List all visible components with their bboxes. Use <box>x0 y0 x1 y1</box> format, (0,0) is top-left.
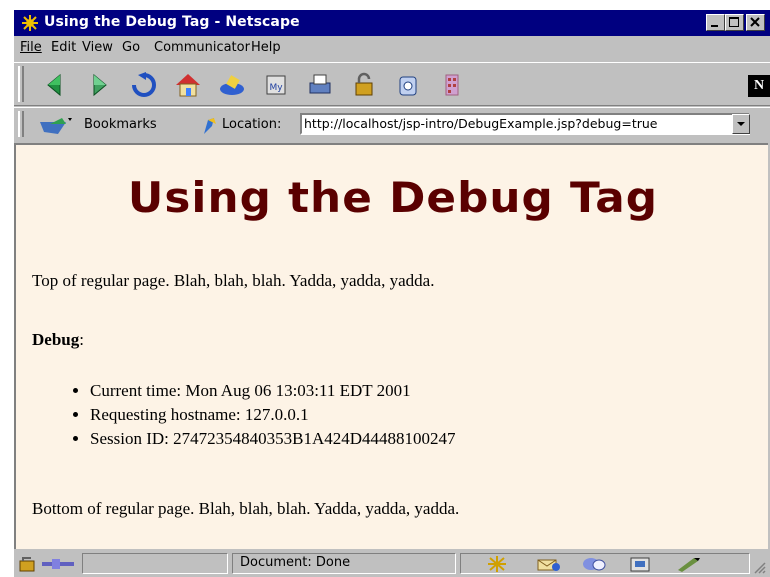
close-button[interactable] <box>746 14 765 31</box>
menu-communicator[interactable]: Communicator <box>154 40 250 55</box>
newsgroups-icon[interactable] <box>580 555 608 573</box>
window-title: Using the Debug Tag - Netscape <box>44 14 300 30</box>
debug-label: Debug: <box>32 330 84 350</box>
mail-icon[interactable] <box>534 555 562 573</box>
debug-item-hostname: Requesting hostname: 127.0.0.1 <box>90 403 456 427</box>
status-text: Document: Done <box>240 555 351 570</box>
progress-cell <box>82 553 228 574</box>
menu-go[interactable]: Go <box>122 40 140 55</box>
menu-file[interactable]: File <box>20 40 42 55</box>
connection-icon[interactable] <box>18 555 38 573</box>
menu-help[interactable]: Help <box>251 40 281 55</box>
location-grip[interactable] <box>18 111 24 137</box>
page-content: Using the Debug Tag Top of regular page.… <box>14 143 768 549</box>
browser-window: Using the Debug Tag - Netscape File Edit… <box>14 10 770 577</box>
maximize-button[interactable] <box>725 14 744 31</box>
bottom-paragraph: Bottom of regular page. Blah, blah, blah… <box>32 499 460 518</box>
url-dropdown-button[interactable] <box>732 114 750 134</box>
offline-plug-icon[interactable] <box>40 556 80 572</box>
bookmarks-icon[interactable] <box>36 114 76 138</box>
search-icon[interactable] <box>214 69 250 101</box>
debug-label-text: Debug <box>32 330 80 349</box>
menu-view[interactable]: View <box>82 40 113 55</box>
minimize-button[interactable] <box>706 14 725 31</box>
location-toolbar: Bookmarks Location: http://localhost/jsp… <box>14 107 770 141</box>
back-icon[interactable] <box>38 69 74 101</box>
menu-edit[interactable]: Edit <box>51 40 76 55</box>
navigation-toolbar: My N <box>14 62 770 106</box>
resize-grip-icon[interactable] <box>752 560 766 574</box>
location-label: Location: <box>222 117 282 132</box>
forward-icon[interactable] <box>82 69 118 101</box>
debug-item-current-time: Current time: Mon Aug 06 13:03:11 EDT 20… <box>90 379 456 403</box>
shop-icon[interactable] <box>390 69 426 101</box>
top-paragraph: Top of regular page. Blah, blah, blah. Y… <box>32 271 435 290</box>
debug-list: Current time: Mon Aug 06 13:03:11 EDT 20… <box>46 379 456 451</box>
bookmarks-label[interactable]: Bookmarks <box>84 117 157 132</box>
chevron-down-icon <box>737 122 745 126</box>
composer-icon[interactable] <box>674 555 704 573</box>
print-icon[interactable] <box>302 69 338 101</box>
location-icon[interactable] <box>198 114 220 136</box>
toolbar-grip[interactable] <box>18 66 24 102</box>
maximize-icon <box>729 17 739 27</box>
reload-icon[interactable] <box>126 69 162 101</box>
netscape-app-icon <box>22 15 38 31</box>
stop-icon[interactable] <box>434 69 470 101</box>
menu-bar: File Edit View Go Communicator Help <box>14 36 770 60</box>
minimize-icon <box>711 25 718 27</box>
svg-text:My: My <box>269 83 283 93</box>
url-input[interactable]: http://localhost/jsp-intro/DebugExample.… <box>300 113 750 135</box>
address-book-icon[interactable] <box>626 555 654 573</box>
title-bar: Using the Debug Tag - Netscape <box>14 10 770 36</box>
debug-item-session-id: Session ID: 27472354840353B1A424D4448810… <box>90 427 456 451</box>
status-bar: Document: Done <box>14 550 770 577</box>
navigator-icon[interactable] <box>484 555 510 573</box>
security-icon[interactable] <box>346 69 382 101</box>
home-icon[interactable] <box>170 69 206 101</box>
close-icon <box>750 17 760 27</box>
page-heading: Using the Debug Tag <box>127 173 659 222</box>
debug-label-colon: : <box>79 330 84 349</box>
netscape-logo[interactable]: N <box>748 75 770 97</box>
my-netscape-icon[interactable]: My <box>258 69 294 101</box>
